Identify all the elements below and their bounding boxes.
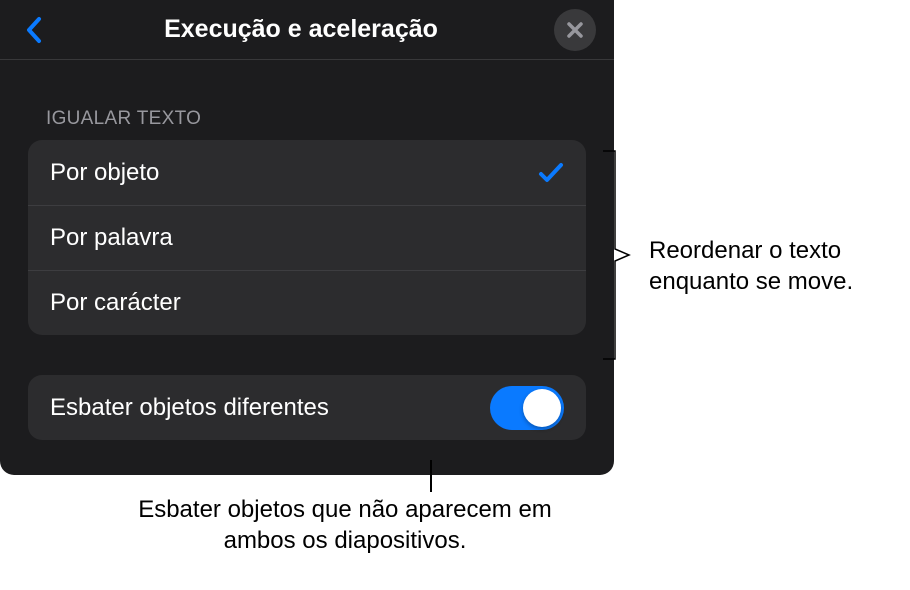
list-item-por-palavra[interactable]: Por palavra <box>28 205 586 270</box>
chevron-left-icon <box>25 16 42 44</box>
fade-switch-label: Esbater objetos diferentes <box>50 394 329 422</box>
annotation-fade-objects: Esbater objetos que não aparecem em ambo… <box>105 494 585 556</box>
close-icon <box>566 21 584 39</box>
bracket-icon <box>601 149 631 361</box>
close-button[interactable] <box>554 9 596 51</box>
fade-toggle[interactable] <box>490 386 564 430</box>
panel-header: Execução e aceleração <box>0 0 614 60</box>
annotation-reorder-text: Reordenar o texto enquanto se move. <box>649 235 910 297</box>
match-text-list: Por objeto Por palavra Por carácter <box>28 140 586 335</box>
section-header: IGUALAR TEXTO <box>28 108 586 140</box>
list-item-label: Por carácter <box>50 289 181 317</box>
list-item-por-objeto[interactable]: Por objeto <box>28 140 586 205</box>
callout-line <box>430 460 432 492</box>
fade-switch-group: Esbater objetos diferentes <box>28 375 586 440</box>
checkmark-icon <box>538 160 564 186</box>
list-item-label: Por objeto <box>50 159 159 187</box>
back-button[interactable] <box>18 15 48 45</box>
toggle-knob <box>523 389 561 427</box>
panel-title: Execução e aceleração <box>48 15 554 44</box>
list-item-por-caracter[interactable]: Por carácter <box>28 270 586 335</box>
list-item-label: Por palavra <box>50 224 173 252</box>
fade-switch-row: Esbater objetos diferentes <box>28 375 586 440</box>
settings-panel: Execução e aceleração IGUALAR TEXTO Por … <box>0 0 614 475</box>
panel-content: IGUALAR TEXTO Por objeto Por palavra Por… <box>0 60 614 440</box>
